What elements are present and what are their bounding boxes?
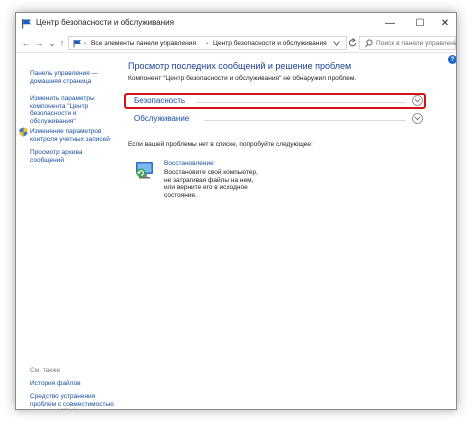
refresh-icon[interactable] — [348, 38, 357, 48]
notice-text: Если вашей проблемы нет в списке, попроб… — [128, 141, 313, 148]
page-title: Просмотр последних сообщений и решение п… — [128, 61, 352, 71]
breadcrumb-all-items[interactable]: Все элементы панели управления — [91, 39, 196, 49]
recent-locations-button[interactable]: ⌄ — [47, 37, 57, 50]
breadcrumb-separator: › — [206, 40, 209, 47]
recovery-icon — [136, 162, 153, 179]
search-input[interactable]: Поиск в панели управления — [359, 36, 456, 50]
maintenance-section-header[interactable]: Обслуживание — [126, 113, 423, 126]
maintenance-section-label: Обслуживание — [134, 114, 190, 123]
sidebar-item-home[interactable]: Панель управления — домашняя страница — [30, 70, 116, 85]
recovery-description: Восстановите свой компьютер, не затрагив… — [164, 169, 258, 199]
security-highlight-frame — [124, 93, 426, 109]
security-flag-icon — [22, 19, 31, 29]
sidebar-item-uac-settings[interactable]: Изменение параметров контроля учетных за… — [30, 128, 120, 143]
title-bar: Центр безопасности и обслуживания — ☐ ✕ — [16, 13, 456, 35]
address-dropdown-icon[interactable] — [333, 41, 340, 46]
maximize-button[interactable]: ☐ — [408, 13, 432, 35]
forward-button[interactable]: → — [34, 37, 44, 50]
control-panel-window: Центр безопасности и обслуживания — ☐ ✕ … — [15, 12, 457, 410]
sidebar: Панель управления — домашняя страница Из… — [16, 53, 120, 409]
sidebar-item-message-archive[interactable]: Просмотр архива сообщений — [30, 149, 116, 164]
recovery-link[interactable]: Восстановление — [164, 160, 214, 167]
status-text: Компонент "Центр безопасности и обслужив… — [128, 75, 357, 82]
search-icon — [365, 39, 373, 48]
sidebar-item-change-settings[interactable]: Изменить параметры компонента "Центр без… — [30, 95, 114, 125]
address-bar: ← → ⌄ ↑ › Все элементы панели управления… — [16, 35, 456, 53]
see-also-file-history[interactable]: История файлов — [30, 380, 116, 388]
see-also-heading: См. также — [30, 367, 61, 374]
address-field[interactable]: › Все элементы панели управления › Центр… — [68, 36, 347, 50]
see-also-compatibility-troubleshooter[interactable]: Средство устранения проблем с совместимо… — [30, 393, 116, 409]
uac-shield-icon — [19, 127, 28, 137]
chevron-down-icon[interactable] — [412, 113, 423, 124]
minimize-button[interactable]: — — [378, 13, 402, 35]
window-title: Центр безопасности и обслуживания — [36, 18, 174, 27]
back-button[interactable]: ← — [21, 37, 31, 50]
breadcrumb-separator: › — [84, 40, 87, 47]
control-panel-icon — [73, 40, 81, 48]
up-button[interactable]: ↑ — [57, 37, 67, 50]
breadcrumb-security-center[interactable]: Центр безопасности и обслуживания — [213, 39, 327, 49]
close-button[interactable]: ✕ — [433, 13, 456, 35]
search-placeholder: Поиск в панели управления — [376, 40, 457, 47]
section-divider — [204, 120, 406, 121]
help-icon[interactable]: ? — [448, 55, 456, 64]
